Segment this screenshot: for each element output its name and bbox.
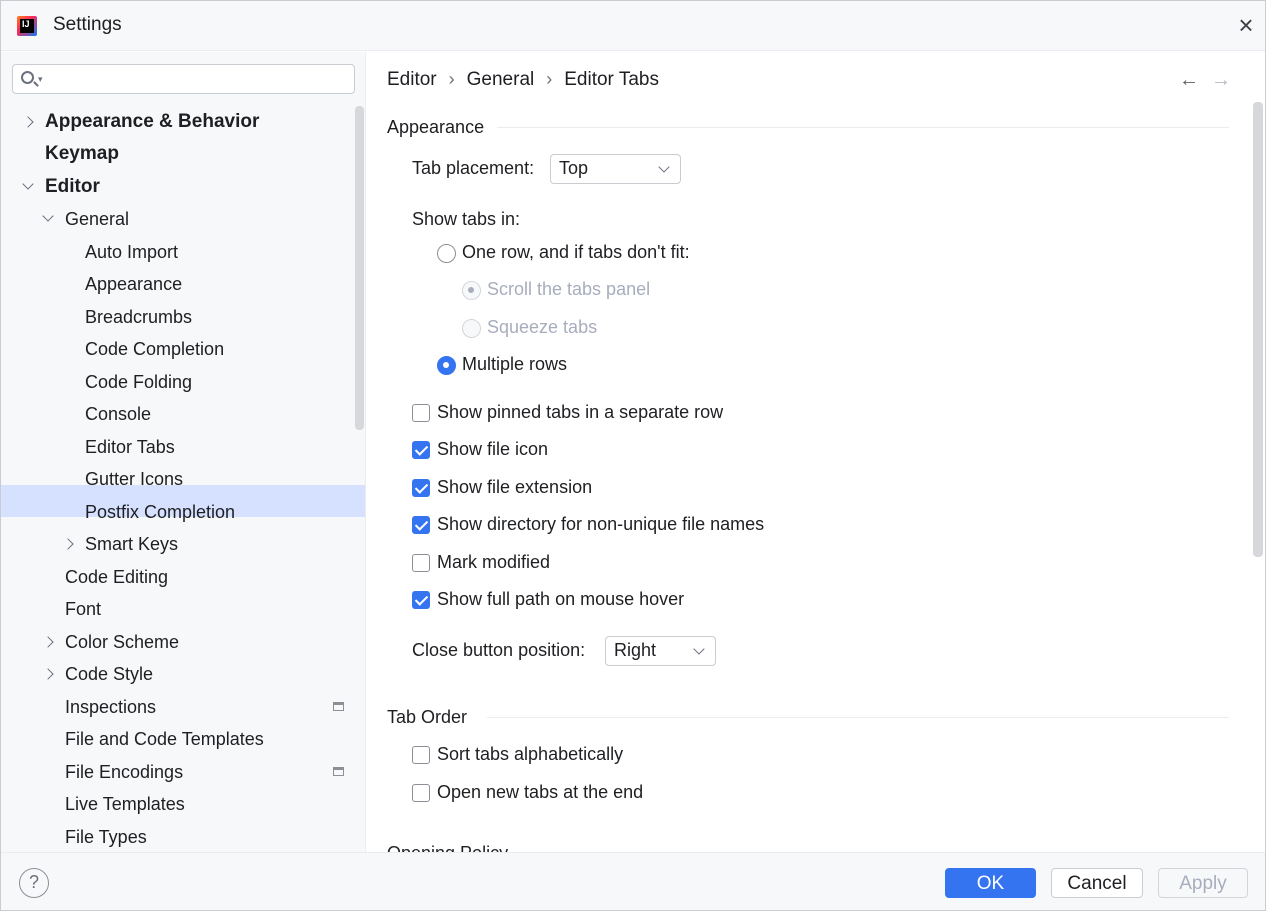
project-level-icon: [333, 702, 344, 711]
intellij-logo-icon: IJ: [17, 16, 37, 36]
section-title-opening-policy: Opening Policy: [387, 843, 508, 852]
content-scrollbar[interactable]: [1253, 102, 1263, 557]
section-title-tab-order: Tab Order: [387, 707, 468, 727]
tab-placement-select[interactable]: Top: [550, 154, 681, 184]
multiple-rows-label[interactable]: Multiple rows: [462, 354, 567, 375]
breadcrumb: Editor › General › Editor Tabs: [387, 69, 659, 91]
help-icon[interactable]: ?: [19, 868, 49, 898]
chevron-down-icon[interactable]: [23, 182, 33, 192]
breadcrumb-item[interactable]: General: [467, 69, 535, 91]
search-options-icon[interactable]: ▾: [38, 74, 43, 85]
close-button-position-label: Close button position:: [412, 640, 586, 660]
settings-window: IJ Settings × ▾ Appearance & Behavior Ke…: [0, 0, 1266, 911]
close-icon[interactable]: ×: [1235, 12, 1257, 38]
open-new-tabs-end-checkbox[interactable]: [412, 784, 430, 802]
breadcrumb-item-current: Editor Tabs: [564, 69, 659, 90]
close-button-position-select[interactable]: Right: [605, 636, 716, 666]
tree-item-color-scheme[interactable]: Color Scheme: [1, 626, 351, 658]
tree-item-console[interactable]: Console: [1, 398, 351, 430]
settings-content: Editor › General › Editor Tabs ← → Appearanc…: [367, 52, 1265, 852]
title-bar: IJ Settings ×: [1, 1, 1265, 51]
sidebar-scrollbar[interactable]: [355, 106, 364, 430]
show-full-path-label[interactable]: Show full path on mouse hover: [437, 589, 684, 610]
window-title: Settings: [53, 14, 122, 35]
show-pinned-label[interactable]: Show pinned tabs in a separate row: [437, 402, 723, 423]
settings-sidebar: ▾ Appearance & Behavior Keymap Editor Ge…: [1, 52, 366, 852]
apply-button[interactable]: Apply: [1158, 868, 1248, 898]
show-file-icon-label[interactable]: Show file icon: [437, 439, 548, 460]
mark-modified-checkbox[interactable]: [412, 554, 430, 572]
cancel-button[interactable]: Cancel: [1051, 868, 1143, 898]
tree-item-inspections[interactable]: Inspections: [1, 691, 351, 723]
tree-item-editor[interactable]: Editor: [1, 171, 351, 203]
tree-item-auto-import[interactable]: Auto Import: [1, 236, 351, 268]
one-row-label[interactable]: One row, and if tabs don't fit:: [462, 242, 690, 263]
tree-item-postfix-completion[interactable]: Postfix Completion: [1, 496, 351, 528]
show-directory-checkbox[interactable]: [412, 516, 430, 534]
multiple-rows-radio[interactable]: [437, 356, 456, 375]
tree-item-code-style[interactable]: Code Style: [1, 658, 351, 690]
tree-item-code-completion[interactable]: Code Completion: [1, 333, 351, 365]
squeeze-tabs-label[interactable]: Squeeze tabs: [487, 317, 597, 338]
show-pinned-checkbox[interactable]: [412, 404, 430, 422]
tree-item-general[interactable]: General: [1, 203, 351, 235]
squeeze-tabs-radio[interactable]: [462, 319, 481, 338]
ok-button[interactable]: OK: [945, 868, 1036, 898]
back-arrow-icon[interactable]: ←: [1179, 70, 1199, 90]
section-title-appearance: Appearance: [387, 117, 485, 137]
chevron-right-icon[interactable]: [63, 539, 73, 549]
chevron-down-icon[interactable]: [43, 214, 53, 224]
show-directory-label[interactable]: Show directory for non-unique file names: [437, 514, 764, 535]
sort-tabs-checkbox[interactable]: [412, 746, 430, 764]
breadcrumb-item[interactable]: Editor: [387, 69, 437, 91]
tree-item-code-editing[interactable]: Code Editing: [1, 561, 351, 593]
chevron-right-icon[interactable]: [43, 669, 53, 679]
section-divider: [497, 127, 1229, 128]
breadcrumb-separator: ›: [546, 69, 553, 89]
one-row-radio[interactable]: [437, 244, 456, 263]
show-tabs-in-label: Show tabs in:: [412, 209, 521, 229]
show-file-icon-checkbox[interactable]: [412, 441, 430, 459]
tree-item-breadcrumbs[interactable]: Breadcrumbs: [1, 301, 351, 333]
tab-placement-label: Tab placement:: [412, 158, 535, 178]
tree-item-file-code-templates[interactable]: File and Code Templates: [1, 723, 351, 755]
tree-item-code-folding[interactable]: Code Folding: [1, 366, 351, 398]
tree-item-editor-tabs[interactable]: Editor Tabs: [1, 431, 351, 463]
project-level-icon: [333, 767, 344, 776]
mark-modified-label[interactable]: Mark modified: [437, 552, 550, 573]
tree-item-appearance[interactable]: Appearance: [1, 268, 351, 300]
search-icon: [21, 71, 34, 84]
chevron-down-icon: [658, 161, 670, 173]
sort-tabs-label[interactable]: Sort tabs alphabetically: [437, 744, 623, 765]
chevron-down-icon: [693, 643, 705, 655]
show-file-extension-checkbox[interactable]: [412, 479, 430, 497]
dialog-footer: ? OK Cancel Apply: [1, 852, 1265, 910]
search-box[interactable]: ▾: [12, 64, 355, 94]
breadcrumb-separator: ›: [448, 69, 455, 89]
open-new-tabs-end-label[interactable]: Open new tabs at the end: [437, 782, 643, 803]
show-file-extension-label[interactable]: Show file extension: [437, 477, 592, 498]
show-full-path-checkbox[interactable]: [412, 591, 430, 609]
search-input[interactable]: [53, 67, 343, 91]
tree-item-live-templates[interactable]: Live Templates: [1, 788, 351, 820]
chevron-right-icon[interactable]: [43, 637, 53, 647]
forward-arrow-icon[interactable]: →: [1211, 70, 1231, 90]
tree-item-file-types[interactable]: File Types: [1, 821, 351, 853]
chevron-right-icon[interactable]: [23, 117, 33, 127]
tree-item-smart-keys[interactable]: Smart Keys: [1, 528, 351, 560]
tree-item-appearance-behavior[interactable]: Appearance & Behavior: [1, 106, 351, 138]
tree-item-gutter-icons[interactable]: Gutter Icons: [1, 463, 351, 495]
section-divider: [487, 717, 1229, 718]
scroll-tabs-radio[interactable]: [462, 281, 481, 300]
tree-item-keymap[interactable]: Keymap: [1, 138, 351, 170]
tree-item-font[interactable]: Font: [1, 593, 351, 625]
tree-item-file-encodings[interactable]: File Encodings: [1, 756, 351, 788]
scroll-tabs-label[interactable]: Scroll the tabs panel: [487, 279, 650, 300]
